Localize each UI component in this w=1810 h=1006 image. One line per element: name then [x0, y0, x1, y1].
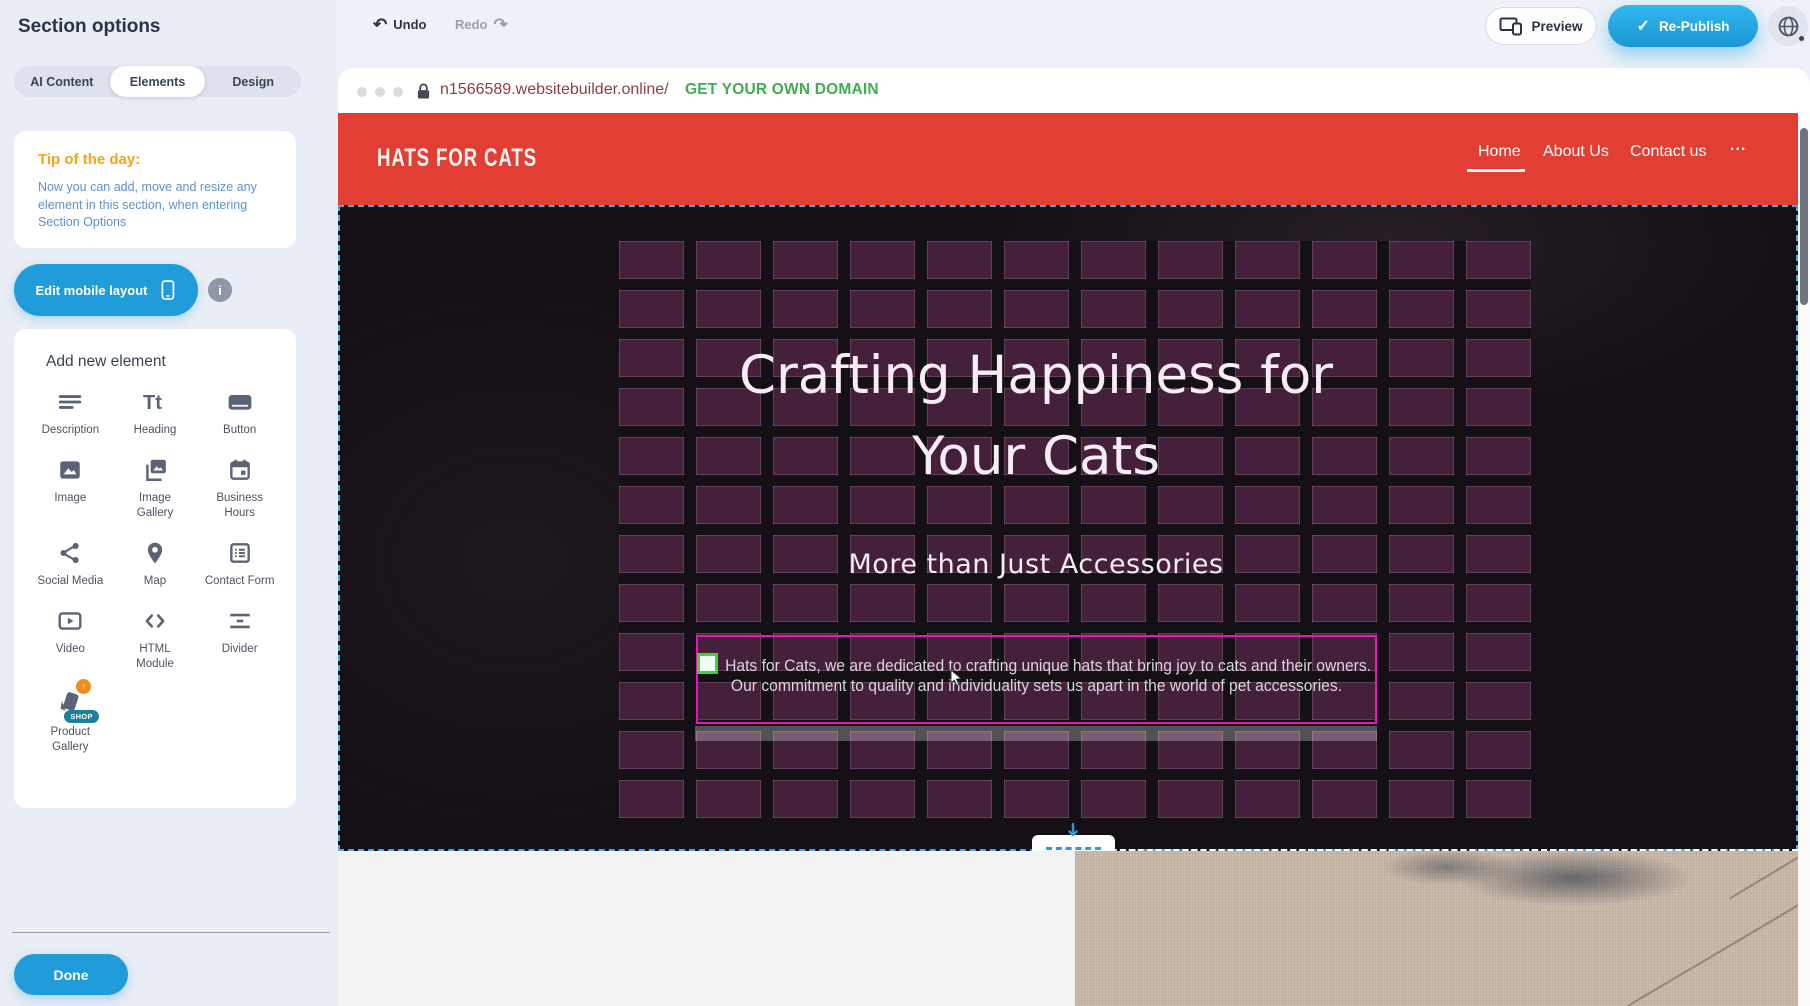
element-image[interactable]: Image	[28, 453, 113, 521]
app: Section options AI Content Elements Desi…	[0, 0, 1810, 1006]
nav-active-underline	[1467, 169, 1525, 172]
element-social-media[interactable]: Social Media	[28, 536, 113, 589]
map-icon	[142, 536, 168, 570]
arrow-down-icon	[1067, 823, 1079, 838]
next-section-blank-area	[338, 851, 1075, 1006]
hero-paragraph[interactable]: Hats for Cats, we are dedicated to craft…	[725, 656, 1348, 695]
tip-title: Tip of the day:	[38, 151, 140, 168]
shop-badge: SHOP	[64, 710, 98, 723]
republish-button[interactable]: ✓ Re-Publish	[1608, 5, 1758, 47]
element-description[interactable]: Description	[28, 385, 113, 438]
info-icon[interactable]: i	[208, 278, 232, 302]
sidebar-divider	[12, 932, 330, 933]
nav-item-contact-us[interactable]: Contact us	[1630, 143, 1706, 161]
undo-icon: ↶	[373, 16, 387, 33]
scrollbar-thumb[interactable]	[1800, 128, 1808, 305]
element-divider[interactable]: Divider	[197, 604, 282, 672]
lock-icon	[416, 82, 431, 100]
element-grid: Description Tt Heading Button	[28, 385, 282, 755]
browser-chrome: n1566589.websitebuilder.online/ GET YOUR…	[338, 68, 1810, 113]
next-section[interactable]	[338, 851, 1798, 1006]
social-media-icon	[57, 536, 83, 570]
element-hover-highlight	[695, 726, 1377, 741]
mouse-cursor	[950, 669, 963, 687]
done-button[interactable]: Done	[14, 954, 128, 995]
site-header[interactable]: HATS FOR CATS Home About Us Contact us .…	[338, 113, 1798, 205]
divider-icon	[227, 604, 253, 638]
svg-text:Tt: Tt	[143, 392, 162, 414]
business-hours-icon	[227, 453, 253, 487]
upgrade-badge-icon: ↑	[76, 679, 91, 694]
hero-heading[interactable]: Crafting Happiness for Your Cats	[340, 335, 1732, 497]
site-url[interactable]: n1566589.websitebuilder.online/	[440, 81, 669, 99]
paragraph-selection-box[interactable]: Hats for Cats, we are dedicated to craft…	[696, 635, 1377, 724]
window-dot	[393, 87, 403, 97]
devices-icon	[1499, 17, 1523, 36]
element-map[interactable]: Map	[113, 536, 198, 589]
globe-icon	[1777, 15, 1800, 38]
video-icon	[56, 604, 84, 638]
panel-title: Section options	[18, 16, 161, 38]
element-image-gallery[interactable]: Image Gallery	[113, 453, 198, 521]
element-drag-handle[interactable]	[697, 653, 718, 674]
add-new-element-card: Add new element Description Tt Heading	[14, 329, 296, 808]
html-module-icon	[141, 604, 169, 638]
element-heading[interactable]: Tt Heading	[113, 385, 198, 438]
redo-button[interactable]: Redo ↷	[455, 16, 508, 33]
resize-dash-line	[1046, 847, 1101, 850]
undo-button[interactable]: ↶ Undo	[373, 16, 426, 33]
check-icon: ✓	[1637, 16, 1650, 36]
hero-subheading[interactable]: More than Just Accessories	[340, 549, 1732, 580]
tab-design[interactable]: Design	[205, 66, 301, 97]
tip-of-the-day-card: Tip of the day: Now you can add, move an…	[14, 131, 296, 248]
heading-icon: Tt	[140, 385, 170, 419]
image-gallery-icon	[142, 453, 168, 487]
tab-elements[interactable]: Elements	[110, 66, 206, 97]
section-options-panel: Section options AI Content Elements Desi…	[0, 0, 337, 1006]
phone-icon	[159, 277, 176, 303]
site-logo[interactable]: HATS FOR CATS	[377, 143, 537, 172]
hero-section-selected[interactable]: Crafting Happiness for Your Cats More th…	[338, 205, 1798, 851]
add-new-element-title: Add new element	[46, 353, 166, 371]
image-icon	[57, 453, 83, 487]
redo-icon: ↷	[494, 16, 508, 33]
floor-photo	[1075, 851, 1798, 1006]
element-product-gallery[interactable]: ↑ SHOP Product Gallery	[28, 687, 113, 755]
preview-scrollbar	[1798, 113, 1810, 1006]
element-button[interactable]: Button	[197, 385, 282, 438]
edit-mobile-layout-label: Edit mobile layout	[36, 283, 148, 298]
window-dot	[375, 87, 385, 97]
nav-more-menu[interactable]: ...	[1730, 137, 1746, 155]
window-control-dots	[357, 87, 403, 97]
element-contact-form[interactable]: Contact Form	[197, 536, 282, 589]
browser-preview-window: n1566589.websitebuilder.online/ GET YOUR…	[338, 68, 1810, 1006]
element-video[interactable]: Video	[28, 604, 113, 672]
nav-item-home[interactable]: Home	[1478, 143, 1521, 161]
edit-mobile-layout-button[interactable]: Edit mobile layout	[14, 264, 198, 316]
window-dot	[357, 87, 367, 97]
language-globe-button[interactable]	[1768, 6, 1808, 46]
panel-tabs: AI Content Elements Design	[14, 66, 301, 97]
description-icon	[57, 385, 83, 419]
element-html-module[interactable]: HTML Module	[113, 604, 198, 672]
tab-ai-content[interactable]: AI Content	[14, 66, 110, 97]
product-gallery-icon: ↑ SHOP	[55, 687, 85, 721]
button-icon	[226, 385, 254, 419]
contact-form-icon	[227, 536, 253, 570]
tip-body: Now you can add, move and resize any ele…	[38, 179, 274, 232]
preview-button[interactable]: Preview	[1485, 7, 1597, 45]
floor-seam	[1729, 851, 1798, 899]
globe-status-dot	[1797, 34, 1806, 43]
get-your-own-domain-link[interactable]: GET YOUR OWN DOMAIN	[685, 81, 879, 99]
element-business-hours[interactable]: Business Hours	[197, 453, 282, 521]
site-viewport: HATS FOR CATS Home About Us Contact us .…	[338, 113, 1798, 1006]
floor-seam	[1627, 897, 1798, 1006]
nav-item-about-us[interactable]: About Us	[1543, 143, 1609, 161]
